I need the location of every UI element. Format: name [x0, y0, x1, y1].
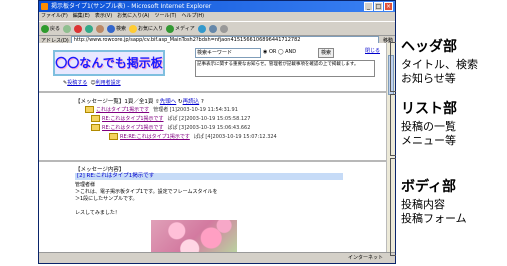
mail-button[interactable]: [208, 24, 217, 33]
menu-file[interactable]: ファイル(F): [41, 12, 68, 21]
history-button[interactable]: [197, 24, 206, 33]
maximize-button[interactable]: □: [374, 2, 383, 11]
close-link[interactable]: 閉じる: [365, 47, 380, 54]
header-brace: [390, 42, 396, 92]
back-button[interactable]: 戻る: [41, 24, 60, 33]
folder-icon: [109, 133, 118, 140]
list-frame: 【メッセージ一覧】1頁／全1頁 ⇧先頭へ ↻再読込 ? これはタイプ1掲示です管…: [39, 93, 387, 162]
body-desc-2: 投稿フォーム: [401, 212, 467, 225]
header-frame: 〇〇なんでも掲示板 ✎投稿する ☺利用者設定 検索キーワード ◉ OR ◯ AN…: [39, 43, 387, 93]
media-button[interactable]: メディア: [166, 24, 195, 33]
menu-tools[interactable]: ツール(T): [155, 12, 177, 21]
menu-view[interactable]: 表示(V): [95, 12, 112, 21]
favorites-button[interactable]: お気に入り: [129, 24, 163, 33]
stop-button[interactable]: [74, 24, 83, 33]
stop-icon: [74, 24, 83, 33]
search-icon: [107, 24, 116, 33]
settings-link[interactable]: 利用者設定: [96, 80, 121, 86]
window-title: 掲示板タイプ1(サンプル表) - Microsoft Internet Expl…: [51, 3, 212, 10]
notice-box: 記事表示に関する重要なお知らせ。管理者が記載事項を確認の上で掲載します。: [195, 60, 375, 77]
ie-icon: [41, 3, 48, 10]
cherry-blossom-photo: [151, 220, 237, 255]
forward-button[interactable]: [63, 24, 72, 33]
home-button[interactable]: [96, 24, 105, 33]
header-label: ヘッダ部: [401, 39, 457, 55]
board-logo: 〇〇なんでも掲示板: [53, 50, 165, 76]
list-item[interactable]: RE:これはタイプ1掲示です ぱぱ [3]2003-10-19 15:06:43.…: [91, 124, 259, 133]
message-subject: [2] RE:これはタイプ1掲示です: [75, 173, 343, 180]
refresh-icon: [85, 24, 94, 33]
page-content: 〇〇なんでも掲示板 ✎投稿する ☺利用者設定 検索キーワード ◉ OR ◯ AN…: [39, 43, 387, 255]
body-brace: [390, 158, 396, 256]
minimize-button[interactable]: _: [364, 2, 373, 11]
post-link[interactable]: 投稿する: [67, 80, 87, 86]
refresh-button[interactable]: [85, 24, 94, 33]
search-submit-button[interactable]: 検索: [318, 48, 334, 58]
forward-arrow-icon: [63, 24, 72, 33]
back-arrow-icon: [41, 24, 49, 33]
history-icon: [197, 24, 206, 33]
close-window-button[interactable]: ×: [384, 2, 393, 11]
search-button[interactable]: 検索: [107, 24, 126, 33]
menu-help[interactable]: ヘルプ(H): [181, 12, 204, 21]
folder-icon: [91, 124, 100, 131]
help-icon: ?: [200, 99, 204, 105]
menu-bar: ファイル(F) 編集(E) 表示(V) お気に入り(A) ツール(T) ヘルプ(…: [39, 12, 395, 21]
list-brace: [390, 94, 396, 156]
folder-icon: [85, 106, 94, 113]
list-desc-2: メニュー等: [401, 134, 456, 147]
list-label: リスト部: [401, 101, 457, 117]
media-icon: [166, 24, 175, 33]
print-button[interactable]: [219, 24, 228, 33]
list-item[interactable]: RE:RE:これはタイプ1掲示です ぱぱ [4]2003-10-19 15:07:…: [109, 133, 277, 142]
toolbar: 戻る 検索 お気に入り メディア: [39, 21, 395, 36]
star-icon: [129, 24, 138, 33]
title-bar: 掲示板タイプ1(サンプル表) - Microsoft Internet Expl…: [39, 1, 395, 12]
body-frame: 【メッセージ内容】 [2] RE:これはタイプ1掲示です 管理者様 ＞これは、電…: [39, 162, 387, 255]
mail-icon: [208, 24, 217, 33]
body-heading: 【メッセージ内容】: [75, 167, 125, 173]
search-input[interactable]: 検索キーワード: [195, 48, 261, 58]
status-zone: インターネット: [347, 255, 383, 261]
status-bar: インターネット: [39, 252, 395, 263]
browser-window: 掲示板タイプ1(サンプル表) - Microsoft Internet Expl…: [38, 0, 396, 264]
message-tree: これはタイプ1掲示です 管理者 [1]2003-10-19 11:54:31.91…: [85, 106, 277, 142]
list-heading: 【メッセージ一覧】1頁／全1頁 ⇧先頭へ ↻再読込 ?: [75, 99, 204, 105]
body-label: ボディ部: [401, 179, 457, 195]
menu-edit[interactable]: 編集(E): [73, 12, 90, 21]
header-links: ✎投稿する ☺利用者設定: [63, 79, 121, 86]
reload-link[interactable]: 再読込: [183, 99, 200, 105]
print-icon: [219, 24, 228, 33]
home-icon: [96, 24, 105, 33]
header-desc-2: お知らせ等: [401, 72, 456, 85]
search-mode-radios[interactable]: ◉ OR ◯ AND: [263, 48, 296, 57]
message-text: 管理者様 ＞これは、電子掲示板タイプ1です。設定でフレームスタイルを ＞1段にし…: [75, 182, 218, 216]
list-item[interactable]: これはタイプ1掲示です 管理者 [1]2003-10-19 11:54:31.91: [85, 106, 253, 115]
folder-icon: [91, 115, 100, 122]
menu-favorites[interactable]: お気に入り(A): [117, 12, 149, 21]
list-item[interactable]: RE:これはタイプ1掲示です ぱぱ [2]2003-10-19 15:05:58.…: [91, 115, 259, 124]
top-link[interactable]: 先頭へ: [160, 99, 177, 105]
